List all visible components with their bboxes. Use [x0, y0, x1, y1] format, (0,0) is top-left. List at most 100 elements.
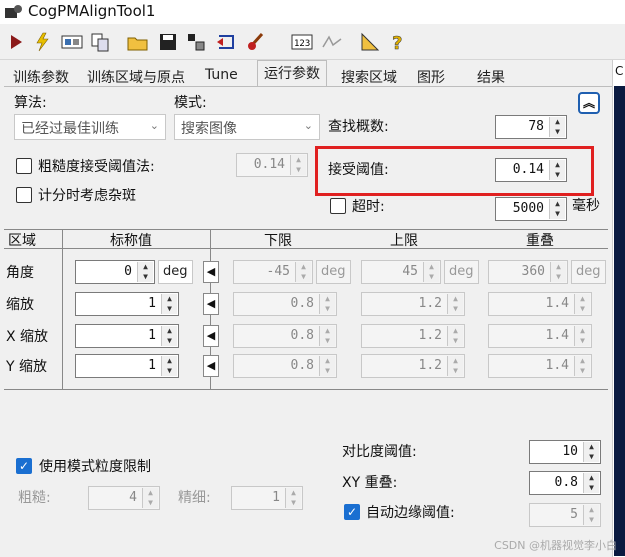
header-region: 区域: [8, 233, 36, 249]
run-icon[interactable]: [4, 30, 28, 54]
spinner-icon: ▲ ▼: [295, 262, 311, 282]
tab-results[interactable]: 结果: [470, 64, 512, 86]
spinner-icon: ▲ ▼: [574, 294, 590, 314]
angle-nominal-field[interactable]: 0 ▲ ▼: [75, 260, 155, 284]
right-panel-strip: C: [612, 60, 625, 557]
row-name-x-scale: X 缩放: [6, 329, 49, 345]
expand-left-icon[interactable]: ◀: [203, 355, 219, 377]
spinner-icon[interactable]: ▲ ▼: [549, 199, 565, 219]
x-scale-high-field: 1.2 ▲ ▼: [361, 324, 465, 348]
mode-select[interactable]: 搜索图像 ⌄: [174, 114, 320, 140]
spinner-icon[interactable]: ▲ ▼: [161, 326, 177, 346]
app-icon: [5, 5, 22, 18]
scale-high-value: 1.2: [418, 296, 442, 311]
import-icon[interactable]: [184, 30, 208, 54]
spinner-icon: ▲ ▼: [290, 155, 306, 175]
chevron-down-icon: ⌄: [303, 119, 313, 132]
open-folder-icon[interactable]: [126, 30, 150, 54]
angle-overlap-value: 360: [521, 264, 545, 279]
find-count-value: 78: [528, 119, 544, 134]
timeout-field[interactable]: 5000 ▲ ▼: [495, 197, 567, 221]
brush-icon[interactable]: [244, 30, 268, 54]
granularity-checkbox[interactable]: ✓: [16, 458, 32, 474]
clutter-checkbox[interactable]: [16, 187, 32, 203]
spinner-icon: ▲ ▼: [574, 356, 590, 376]
spinner-icon[interactable]: ▲ ▼: [583, 442, 599, 462]
y-scale-overlap-field: 1.4 ▲ ▼: [488, 354, 592, 378]
svg-text:123: 123: [294, 39, 310, 49]
expand-left-icon[interactable]: ◀: [203, 325, 219, 347]
y-scale-high-field: 1.2 ▲ ▼: [361, 354, 465, 378]
accept-threshold-field[interactable]: 0.14 ▲ ▼: [495, 158, 567, 182]
spinner-icon[interactable]: ▲ ▼: [161, 294, 177, 314]
angle-nominal-value: 0: [124, 264, 132, 279]
y-scale-nominal-field[interactable]: 1 ▲ ▼: [75, 354, 179, 378]
save-icon[interactable]: [156, 30, 180, 54]
copy-icon[interactable]: [88, 30, 112, 54]
spinner-icon: ▲ ▼: [423, 262, 439, 282]
row-name-scale: 缩放: [6, 297, 34, 313]
help-icon[interactable]: ?: [386, 30, 410, 54]
angle-low-value: -45: [266, 264, 290, 279]
window-title: CogPMAlignTool1: [28, 2, 156, 20]
xy-overlap-value: 0.8: [554, 475, 578, 490]
spinner-icon: ▲ ▼: [550, 262, 566, 282]
tab-graphics[interactable]: 图形: [410, 64, 452, 86]
x-scale-high-value: 1.2: [418, 328, 442, 343]
spinner-icon[interactable]: ▲ ▼: [583, 473, 599, 493]
x-scale-nominal-field[interactable]: 1 ▲ ▼: [75, 324, 179, 348]
auto-edge-value: 5: [570, 507, 578, 522]
timeout-value: 5000: [512, 201, 544, 216]
auto-edge-checkbox[interactable]: ✓: [344, 504, 360, 520]
mode-value: 搜索图像: [181, 121, 237, 137]
fine-label: 精细:: [178, 490, 211, 506]
fine-field: 1 ▲ ▼: [231, 486, 303, 510]
expand-left-icon[interactable]: ◀: [203, 293, 219, 315]
tab-train-region[interactable]: 训练区域与原点: [80, 64, 192, 86]
scale-high-field: 1.2 ▲ ▼: [361, 292, 465, 316]
tab-train-params[interactable]: 训练参数: [6, 64, 76, 86]
table-top-border: [4, 229, 608, 230]
signature-icon[interactable]: [320, 30, 344, 54]
spinner-icon: ▲ ▼: [142, 488, 158, 508]
scale-overlap-field: 1.4 ▲ ▼: [488, 292, 592, 316]
spinner-icon: ▲ ▼: [447, 356, 463, 376]
mode-label: 模式:: [174, 95, 207, 111]
x-scale-overlap-value: 1.4: [545, 328, 569, 343]
coarse-accept-field: 0.14 ▲ ▼: [236, 153, 308, 177]
checkmark-icon: ✓: [18, 459, 30, 473]
y-scale-low-field: 0.8 ▲ ▼: [233, 354, 337, 378]
collapse-button[interactable]: ︽: [578, 92, 600, 114]
angle-low-unit: deg: [316, 260, 351, 284]
timeout-checkbox[interactable]: [330, 198, 346, 214]
tab-run-params[interactable]: 运行参数: [257, 60, 327, 86]
accept-threshold-label: 接受阈值:: [328, 162, 389, 178]
measure-icon[interactable]: [358, 30, 382, 54]
reset-icon[interactable]: [214, 30, 238, 54]
spinner-icon: ▲ ▼: [319, 326, 335, 346]
accept-threshold-value: 0.14: [512, 162, 544, 177]
tab-search-region[interactable]: 搜索区域: [334, 64, 404, 86]
table-header-border: [4, 248, 608, 249]
expand-left-icon[interactable]: ◀: [203, 261, 219, 283]
header-high: 上限: [390, 233, 418, 249]
table-divider: [62, 229, 63, 389]
contrast-field[interactable]: 10 ▲ ▼: [529, 440, 601, 464]
spinner-icon[interactable]: ▲ ▼: [161, 356, 177, 376]
xy-overlap-field[interactable]: 0.8 ▲ ▼: [529, 471, 601, 495]
number-123-icon[interactable]: 123: [290, 30, 314, 54]
spinner-icon: ▲ ▼: [447, 294, 463, 314]
find-count-field[interactable]: 78 ▲ ▼: [495, 115, 567, 139]
spinner-icon[interactable]: ▲ ▼: [549, 160, 565, 180]
tab-tune[interactable]: Tune: [198, 64, 245, 86]
spinner-icon[interactable]: ▲ ▼: [137, 262, 153, 282]
algorithm-value: 已经过最佳训练: [21, 121, 119, 137]
scale-nominal-field[interactable]: 1 ▲ ▼: [75, 292, 179, 316]
find-count-label: 查找概数:: [328, 119, 389, 135]
y-scale-high-value: 1.2: [418, 358, 442, 373]
algorithm-select[interactable]: 已经过最佳训练 ⌄: [14, 114, 166, 140]
coarse-accept-checkbox[interactable]: [16, 158, 32, 174]
spinner-icon[interactable]: ▲ ▼: [549, 117, 565, 137]
display-icon[interactable]: [60, 30, 84, 54]
electric-run-icon[interactable]: [30, 30, 54, 54]
